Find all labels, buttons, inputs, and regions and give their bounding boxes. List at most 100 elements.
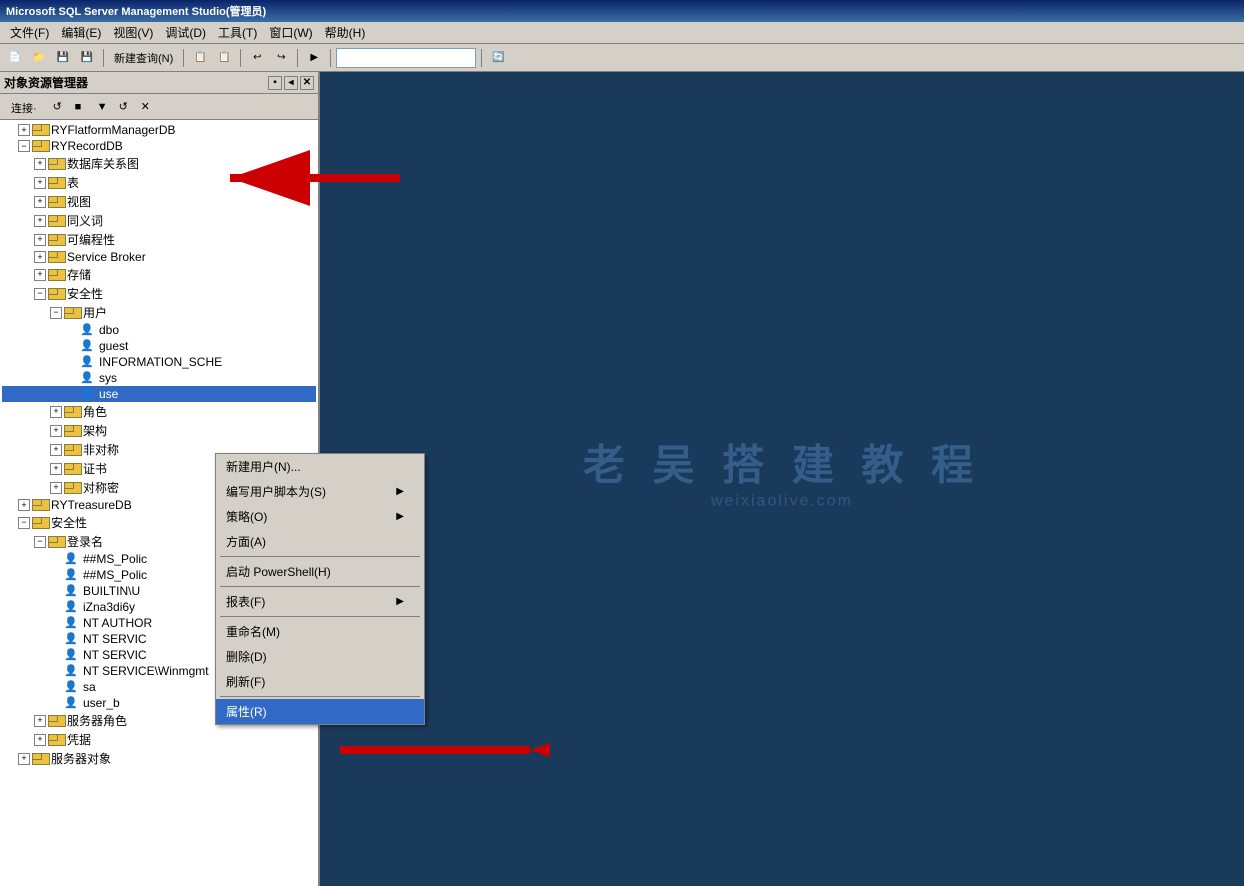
oe-close-icon[interactable]: ✕ [300, 76, 314, 90]
toolbar-undo[interactable]: ↩ [246, 47, 268, 69]
expand-roles[interactable]: + [50, 406, 62, 418]
node-text-l6: NT SERVIC [83, 632, 147, 646]
toolbar-refresh[interactable]: 🔄 [487, 47, 509, 69]
user-icon-l9 [64, 680, 80, 694]
user-icon-dbo [80, 323, 96, 337]
menu-help[interactable]: 帮助(H) [319, 22, 372, 43]
tree-node-dbo[interactable]: dbo [2, 322, 316, 338]
folder-icon-logins [48, 536, 64, 548]
expand-schemas[interactable]: + [50, 425, 62, 437]
node-text-sys: sys [99, 371, 117, 385]
toolbar-save[interactable]: 💾 [52, 47, 74, 69]
expand-rytreasuredb[interactable]: + [18, 499, 30, 511]
expand-server-roles[interactable]: + [34, 715, 46, 727]
tree-node-storage[interactable]: + 存储 [2, 265, 316, 284]
node-text-dbdiagram: 数据库关系图 [67, 155, 139, 172]
oe-pin-icon[interactable]: ▪ [268, 76, 282, 90]
ctx-properties[interactable]: 属性(R) [216, 699, 424, 724]
tree-node-tables[interactable]: + 表 [2, 173, 316, 192]
tree-node-roles[interactable]: + 角色 [2, 402, 316, 421]
tree-node-server-obj[interactable]: + 服务器对象 [2, 749, 316, 768]
tree-node-servicebroker[interactable]: + Service Broker [2, 249, 316, 265]
ctx-refresh[interactable]: 刷新(F) [216, 669, 424, 694]
tree-node-credentials[interactable]: + 凭据 [2, 730, 316, 749]
oe-collapse-btn[interactable]: ✕ [134, 97, 154, 117]
tree-node-programmability[interactable]: + 可编程性 [2, 230, 316, 249]
menu-debug[interactable]: 调试(D) [159, 22, 212, 43]
ctx-rename[interactable]: 重命名(M) [216, 619, 424, 644]
tree-node-users[interactable]: − 用户 [2, 303, 316, 322]
oe-title: 对象资源管理器 [4, 74, 88, 91]
expand-dbdiagram[interactable]: + [34, 158, 46, 170]
expand-logins[interactable]: − [34, 536, 46, 548]
oe-filter-btn[interactable]: ▼ [90, 97, 110, 117]
expand-server-obj[interactable]: + [18, 753, 30, 765]
ctx-reports[interactable]: 报表(F) ▶ [216, 589, 424, 614]
menu-edit[interactable]: 编辑(E) [55, 22, 107, 43]
tree-node-schemas[interactable]: + 架构 [2, 421, 316, 440]
node-text-rytreasuredb: RYTreasureDB [51, 498, 132, 512]
menu-tools[interactable]: 工具(T) [212, 22, 263, 43]
toolbar-redo[interactable]: ↪ [270, 47, 292, 69]
ctx-new-user[interactable]: 新建用户(N)... [216, 454, 424, 479]
tree-node-ryrecorddb[interactable]: − RYRecordDB [2, 138, 316, 154]
tree-node-dbdiagram[interactable]: + 数据库关系图 [2, 154, 316, 173]
expand-servicebroker[interactable]: + [34, 251, 46, 263]
menu-file[interactable]: 文件(F) [4, 22, 55, 43]
tree-node-security[interactable]: − 安全性 [2, 284, 316, 303]
expand-tables[interactable]: + [34, 177, 46, 189]
expand-symkeys[interactable]: + [50, 482, 62, 494]
expand-synonyms[interactable]: + [34, 215, 46, 227]
expand-ryfplatform[interactable]: + [18, 124, 30, 136]
node-text-ryfplatform: RYFlatformManagerDB [51, 123, 176, 137]
ctx-policy[interactable]: 策略(O) ▶ [216, 504, 424, 529]
node-text-dbo: dbo [99, 323, 119, 337]
expand-credentials[interactable]: + [34, 734, 46, 746]
expand-views[interactable]: + [34, 196, 46, 208]
expand-certs[interactable]: + [50, 463, 62, 475]
tree-node-user-selected[interactable]: use [2, 386, 316, 402]
node-text-asymkeys: 非对称 [83, 441, 119, 458]
watermark-en-text: weixiaolive.com [583, 493, 981, 511]
expand-programmability[interactable]: + [34, 234, 46, 246]
ctx-script-user[interactable]: 编写用户脚本为(S) ▶ [216, 479, 424, 504]
toolbar-debug[interactable]: ▶ [303, 47, 325, 69]
expand-asymkeys[interactable]: + [50, 444, 62, 456]
tree-node-info-schema[interactable]: INFORMATION_SCHE [2, 354, 316, 370]
expand-users[interactable]: − [50, 307, 62, 319]
tree-node-synonyms[interactable]: + 同义词 [2, 211, 316, 230]
toolbar-paste[interactable]: 📋 [213, 47, 235, 69]
menu-window[interactable]: 窗口(W) [263, 22, 318, 43]
oe-pin2-icon[interactable]: ◂ [284, 76, 298, 90]
expand-server-security[interactable]: − [18, 517, 30, 529]
toolbar-new[interactable]: 📄 [4, 47, 26, 69]
ctx-facets[interactable]: 方面(A) [216, 529, 424, 554]
tree-node-sys[interactable]: sys [2, 370, 316, 386]
oe-connect-btn[interactable]: 连接· [4, 97, 44, 117]
node-text-schemas: 架构 [83, 422, 107, 439]
toolbar-save-all[interactable]: 💾 [76, 47, 98, 69]
toolbar-new-query[interactable]: 新建查询(N) [109, 47, 178, 69]
oe-stop-btn[interactable]: ■ [68, 97, 88, 117]
tree-node-views[interactable]: + 视图 [2, 192, 316, 211]
toolbar-open[interactable]: 📁 [28, 47, 50, 69]
ctx-delete[interactable]: 删除(D) [216, 644, 424, 669]
toolbar-copy[interactable]: 📋 [189, 47, 211, 69]
node-text-l3: BUILTIN\U [83, 584, 140, 598]
oe-sync-btn[interactable]: ↺ [112, 97, 132, 117]
user-icon-l1 [64, 552, 80, 566]
menu-view[interactable]: 视图(V) [107, 22, 159, 43]
node-text-l9: sa [83, 680, 96, 694]
expand-ryrecorddb[interactable]: − [18, 140, 30, 152]
expand-security[interactable]: − [34, 288, 46, 300]
node-text-programmability: 可编程性 [67, 231, 115, 248]
tree-node-guest[interactable]: guest [2, 338, 316, 354]
node-text-credentials: 凭据 [67, 731, 91, 748]
expand-storage[interactable]: + [34, 269, 46, 281]
ctx-powershell[interactable]: 启动 PowerShell(H) [216, 559, 424, 584]
node-text-info: INFORMATION_SCHE [99, 355, 222, 369]
user-icon-l10 [64, 696, 80, 710]
oe-refresh-btn[interactable]: ↺ [46, 97, 66, 117]
toolbar-server-combo[interactable] [336, 48, 476, 68]
tree-node-ryfplatform[interactable]: + RYFlatformManagerDB [2, 122, 316, 138]
